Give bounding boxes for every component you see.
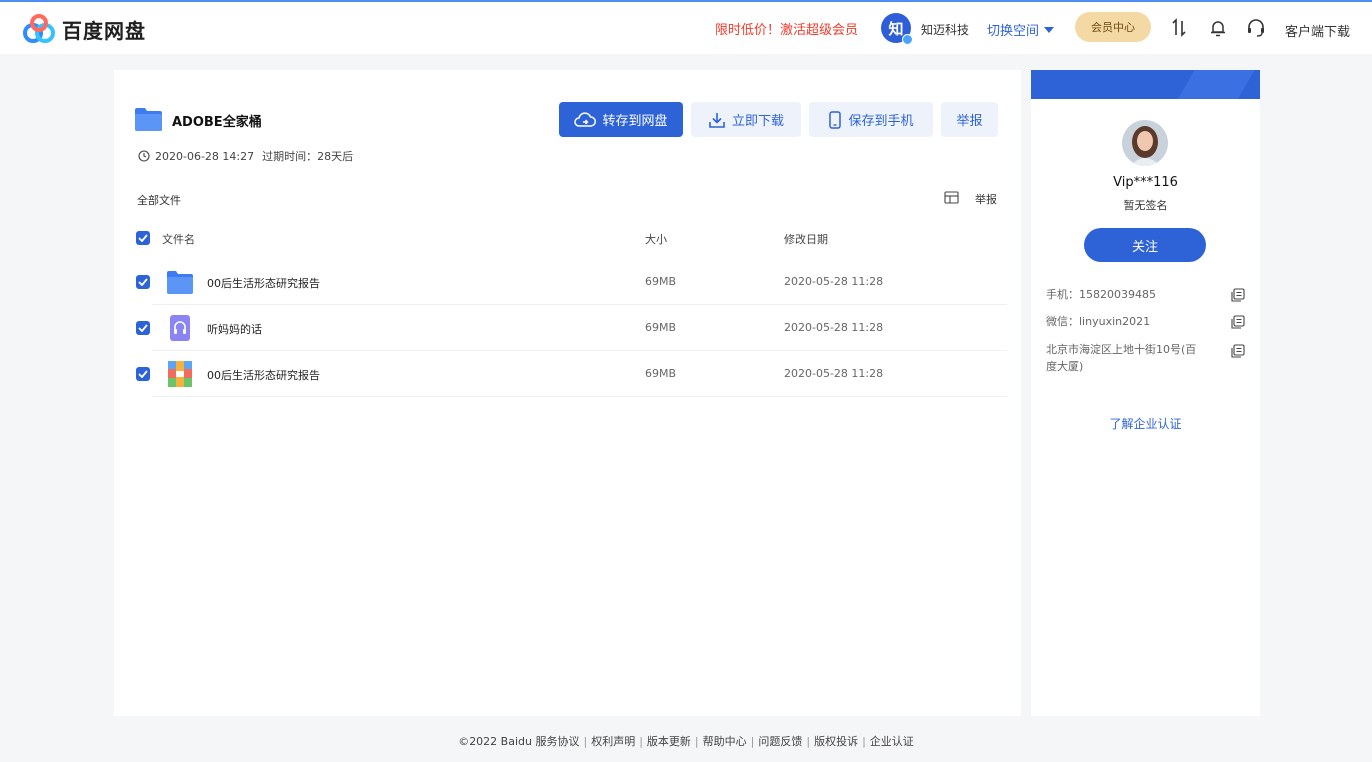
- brand-logo[interactable]: 百度网盘: [22, 14, 146, 44]
- checkmark-icon: [138, 234, 148, 242]
- client-download-link[interactable]: 客户端下载: [1285, 21, 1350, 40]
- copy-icon[interactable]: [1231, 344, 1245, 358]
- header: 百度网盘 限时低价！激活超级会员 知 知迈科技 切换空间 会员中心 客户端下载: [0, 2, 1372, 54]
- wechat-info: 微信：linyuxin2021: [1046, 315, 1151, 328]
- vip-promo-link[interactable]: 限时低价！激活超级会员: [715, 19, 858, 38]
- user-signature: 暂无签名: [1123, 199, 1168, 212]
- file-modified-date: 2020-05-28 11:28: [784, 275, 884, 288]
- footer-link-rights-statement[interactable]: 权利声明: [591, 735, 635, 748]
- footer-copyright: ©2022 Baidu: [458, 735, 532, 748]
- footer-separator: |: [806, 735, 811, 748]
- folder-icon: [166, 268, 194, 296]
- grid-view-icon[interactable]: [944, 191, 959, 204]
- share-created-time: 2020-06-28 14:27: [155, 149, 255, 163]
- file-size: 69MB: [645, 321, 677, 334]
- file-modified-date: 2020-05-28 11:28: [784, 321, 884, 334]
- file-name[interactable]: 00后生活形态研究报告: [207, 367, 320, 383]
- audio-file-icon: [166, 314, 194, 342]
- save-to-disk-button[interactable]: 转存到网盘: [559, 102, 683, 137]
- checkmark-icon: [138, 324, 148, 332]
- table-row[interactable]: 00后生活形态研究报告 69MB 2020-05-28 11:28: [152, 351, 1007, 397]
- follow-button[interactable]: 关注: [1084, 228, 1206, 262]
- phone-icon: [829, 110, 842, 129]
- sharer-profile-panel: Vip***116 暂无签名 关注 手机：15820039485 微信：liny…: [1031, 70, 1260, 716]
- verified-badge-icon: [902, 34, 913, 45]
- switch-space-dropdown[interactable]: 切换空间: [987, 20, 1055, 39]
- file-name[interactable]: 听妈妈的话: [207, 321, 262, 337]
- share-content-panel: ADOBE全家桶 2020-06-28 14:27 过期时间：28天后 转存到网…: [114, 70, 1021, 716]
- vip-center-button[interactable]: 会员中心: [1075, 12, 1151, 42]
- switch-space-label: 切换空间: [987, 24, 1040, 39]
- org-initial: 知: [888, 19, 904, 38]
- bell-icon[interactable]: [1207, 17, 1229, 39]
- caret-down-icon: [1044, 26, 1055, 33]
- checkmark-icon: [138, 278, 148, 286]
- row-checkbox[interactable]: [136, 321, 150, 335]
- download-label: 立即下载: [731, 114, 784, 129]
- address-info: 北京市海淀区上地十街10号(百度大厦): [1046, 343, 1197, 373]
- share-meta: 2020-06-28 14:27 过期时间：28天后: [138, 148, 353, 164]
- footer-link-copyright-complaint[interactable]: 版权投诉: [814, 735, 858, 748]
- profile-banner: [1031, 70, 1260, 99]
- footer-link-feedback[interactable]: 问题反馈: [758, 735, 802, 748]
- folder-icon: [134, 106, 163, 135]
- report-link[interactable]: 举报: [975, 191, 997, 207]
- phone-info: 手机：15820039485: [1046, 288, 1156, 301]
- file-size: 69MB: [645, 367, 677, 380]
- checkmark-icon: [138, 370, 148, 378]
- column-header-size[interactable]: 大小: [645, 231, 667, 247]
- table-row[interactable]: 00后生活形态研究报告 69MB 2020-05-28 11:28: [152, 259, 1007, 305]
- copy-icon[interactable]: [1231, 288, 1245, 302]
- transfer-icon[interactable]: [1168, 17, 1190, 39]
- file-name[interactable]: 00后生活形态研究报告: [207, 275, 320, 291]
- copy-icon[interactable]: [1231, 315, 1245, 329]
- folder-title: ADOBE全家桶: [172, 115, 262, 130]
- footer-separator: |: [862, 735, 866, 748]
- cloud-upload-icon: [574, 111, 597, 127]
- footer-link-service-agreement[interactable]: 服务协议: [535, 735, 579, 748]
- brand-name: 百度网盘: [62, 18, 146, 43]
- org-name: 知迈科技: [921, 23, 970, 37]
- save-to-disk-label: 转存到网盘: [602, 114, 668, 129]
- column-header-name[interactable]: 文件名: [162, 231, 195, 247]
- archive-file-icon: [166, 360, 194, 388]
- avatar[interactable]: [1122, 120, 1168, 166]
- column-header-modified[interactable]: 修改日期: [784, 231, 828, 247]
- save-to-phone-button[interactable]: 保存到手机: [809, 102, 933, 137]
- report-button[interactable]: 举报: [941, 102, 998, 137]
- enterprise-certification-link[interactable]: 了解企业认证: [1031, 415, 1260, 432]
- footer-link-help-center[interactable]: 帮助中心: [703, 735, 747, 748]
- save-to-phone-label: 保存到手机: [848, 114, 914, 129]
- share-expire-time: 过期时间：28天后: [262, 150, 354, 163]
- share-title: ADOBE全家桶: [134, 106, 262, 135]
- footer: ©2022 Baidu 服务协议 | 权利声明 | 版本更新 | 帮助中心 | 问题反馈 | 版权投…: [0, 733, 1372, 749]
- footer-link-enterprise-cert[interactable]: 企业认证: [870, 735, 914, 748]
- username: Vip***116: [1113, 175, 1178, 190]
- select-all-checkbox[interactable]: [136, 231, 150, 245]
- row-checkbox[interactable]: [136, 275, 150, 289]
- download-icon: [709, 112, 725, 128]
- org-avatar[interactable]: 知: [881, 13, 913, 45]
- baidu-netdisk-logo-icon: [22, 14, 56, 44]
- file-modified-date: 2020-05-28 11:28: [784, 367, 884, 380]
- footer-separator: |: [583, 735, 588, 748]
- breadcrumb[interactable]: 全部文件: [137, 192, 181, 208]
- footer-separator: |: [639, 735, 643, 748]
- footer-separator: |: [694, 735, 699, 748]
- clock-icon: [138, 150, 150, 162]
- footer-separator: |: [750, 735, 755, 748]
- row-checkbox[interactable]: [136, 367, 150, 381]
- file-size: 69MB: [645, 275, 677, 288]
- table-row[interactable]: 听妈妈的话 69MB 2020-05-28 11:28: [152, 305, 1007, 351]
- banner-stripe: [1171, 70, 1260, 99]
- download-button[interactable]: 立即下载: [691, 102, 801, 137]
- headset-support-icon[interactable]: [1245, 17, 1267, 39]
- footer-link-version-updates[interactable]: 版本更新: [647, 735, 691, 748]
